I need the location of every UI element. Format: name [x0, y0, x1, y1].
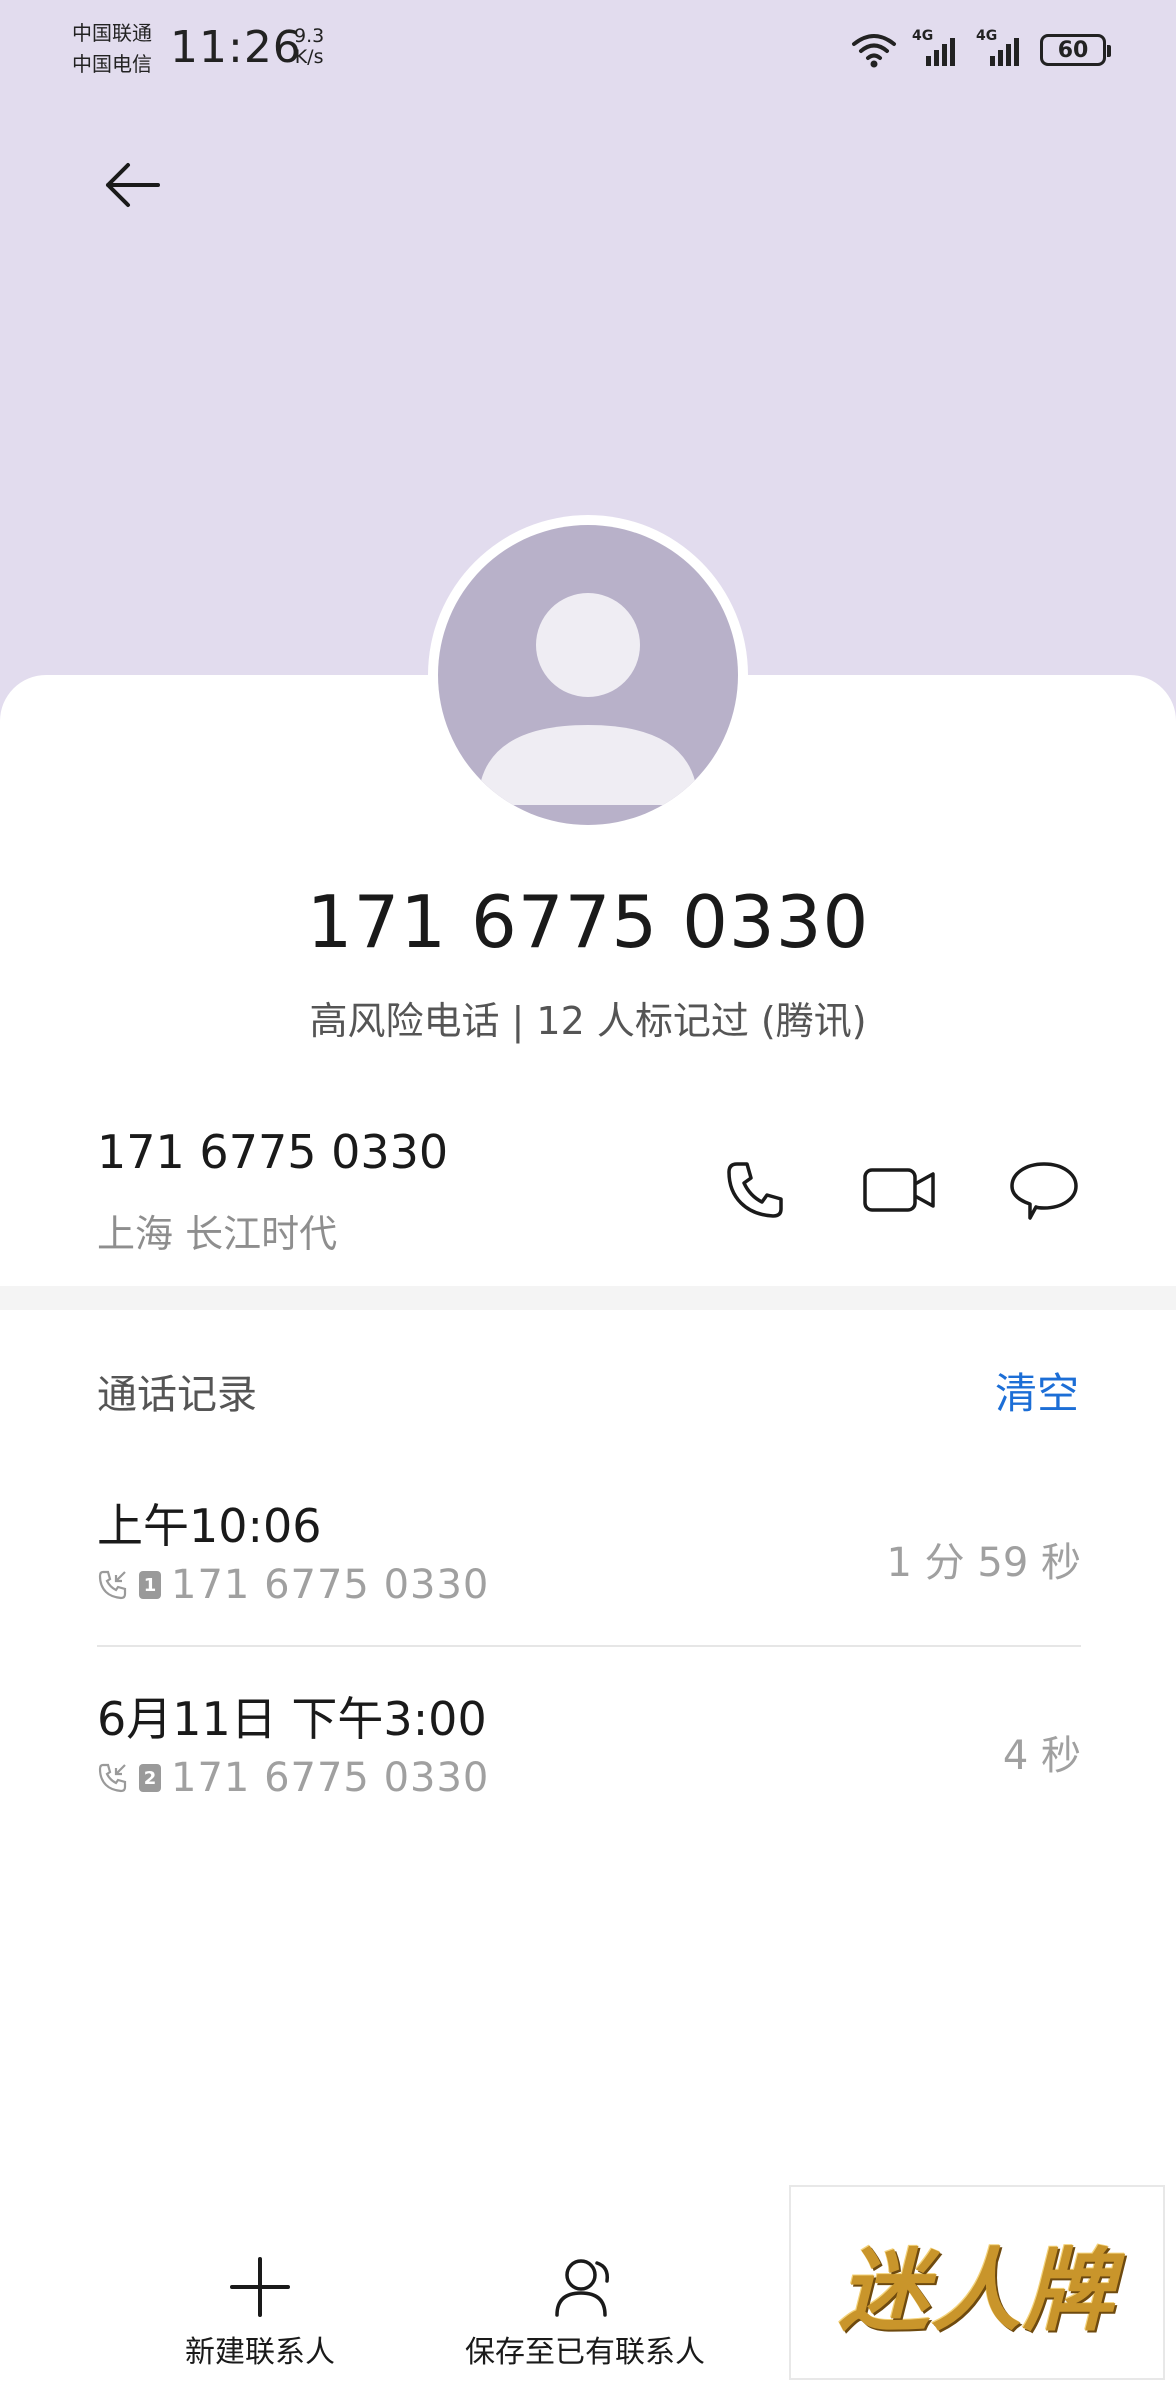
watermark-logo: 迷人牌: [789, 2185, 1165, 2380]
save-to-existing-button[interactable]: 保存至已有联系人: [465, 2255, 705, 2371]
section-divider: [0, 1286, 1176, 1310]
call-detail: 2 171 6775 0330: [97, 1755, 489, 1801]
call-duration: 4 秒: [1002, 1733, 1081, 1779]
risk-warning-label: 高风险电话 | 12 人标记过 (腾讯): [309, 999, 867, 1043]
sim-card-icon: 2: [139, 1764, 161, 1792]
network-speed: 9.3 K/s: [294, 26, 324, 68]
call-number: 171 6775 0330: [171, 1755, 490, 1801]
contact-number-title: 171 6775 0330: [306, 880, 870, 964]
incoming-call-icon: [98, 1763, 127, 1793]
battery-icon: 60: [1040, 34, 1111, 66]
signal-icon-sim-2: 4G: [976, 28, 1026, 70]
call-time: 上午10:06: [97, 1499, 322, 1553]
call-time: 6月11日 下午3:00: [97, 1692, 487, 1746]
video-call-button[interactable]: [860, 1150, 940, 1230]
new-contact-label: 新建联系人: [185, 2335, 335, 2370]
sim-card-icon: 1: [139, 1571, 161, 1599]
status-bar: 中国联通 中国电信 11:26 9.3 K/s 4G 4G 60: [0, 0, 1176, 100]
call-record-row[interactable]: 6月11日 下午3:00 2 171 6775 0330 4 秒: [97, 1683, 1081, 1853]
phone-icon: [727, 1162, 783, 1218]
clear-history-button[interactable]: 清空: [995, 1360, 1079, 1421]
network-speed-unit: K/s: [294, 46, 324, 68]
chat-bubble-icon: [1010, 1162, 1078, 1220]
carrier-2: 中国电信: [72, 52, 152, 76]
carrier-1: 中国联通: [72, 21, 152, 45]
save-to-existing-label: 保存至已有联系人: [465, 2335, 705, 2370]
new-contact-button[interactable]: 新建联系人: [170, 2255, 350, 2371]
call-duration: 1 分 59 秒: [886, 1540, 1082, 1586]
avatar: [428, 515, 748, 835]
signal-icon-sim-1: 4G: [912, 28, 962, 70]
battery-level: 60: [1057, 37, 1089, 63]
message-button[interactable]: [1004, 1150, 1084, 1230]
call-button[interactable]: [715, 1150, 795, 1230]
wifi-icon: [852, 34, 896, 68]
watermark-text: 迷人牌: [839, 2237, 1115, 2344]
carrier-names: 中国联通 中国电信: [72, 18, 152, 80]
incoming-call-icon: [98, 1570, 127, 1600]
default-person-icon: [438, 525, 738, 825]
status-time: 11:26: [170, 22, 302, 73]
plus-icon: [230, 2257, 290, 2317]
back-button[interactable]: [92, 145, 172, 225]
call-record-row[interactable]: 上午10:06 1 171 6775 0330 1 分 59 秒: [97, 1490, 1081, 1660]
network-speed-value: 9.3: [294, 25, 325, 47]
call-detail: 1 171 6775 0330: [97, 1562, 489, 1608]
phone-number-detail[interactable]: 171 6775 0330: [97, 1125, 448, 1179]
call-number: 171 6775 0330: [171, 1562, 490, 1608]
row-divider: [97, 1645, 1081, 1647]
arrow-left-icon: [106, 163, 160, 207]
call-history-title: 通话记录: [97, 1372, 257, 1418]
video-camera-icon: [863, 1168, 935, 1212]
phone-location: 上海 长江时代: [97, 1212, 338, 1256]
person-icon: [555, 2259, 610, 2317]
status-icons: 4G 4G 60: [850, 28, 1111, 72]
